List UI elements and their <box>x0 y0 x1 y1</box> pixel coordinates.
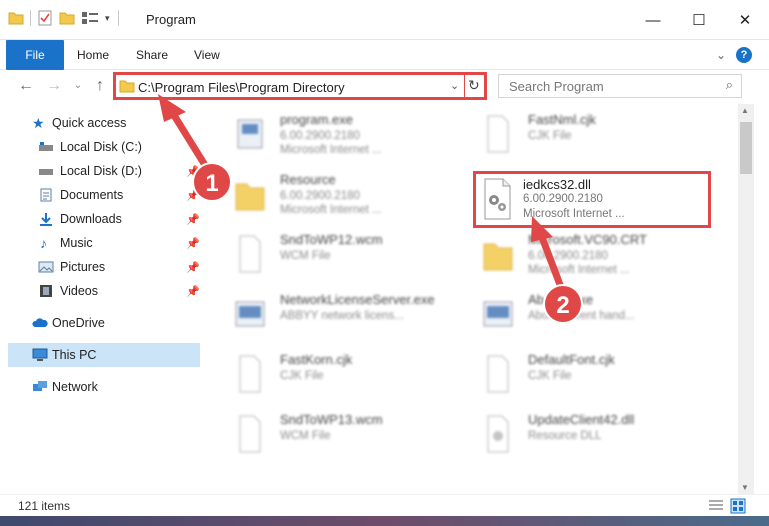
annotation-arrows <box>158 94 566 292</box>
large-icons-view-icon[interactable] <box>730 498 746 514</box>
arrow-2-line <box>536 230 566 292</box>
arrow-1-head <box>158 94 186 122</box>
desktop-background <box>0 516 769 526</box>
step-badge-2: 2 <box>543 284 583 324</box>
status-bar: 121 items <box>0 494 769 516</box>
details-view-icon[interactable] <box>708 499 724 513</box>
item-count: 121 items <box>18 499 71 513</box>
arrow-2-head <box>531 216 553 242</box>
step-badge-1: 1 <box>192 162 232 202</box>
